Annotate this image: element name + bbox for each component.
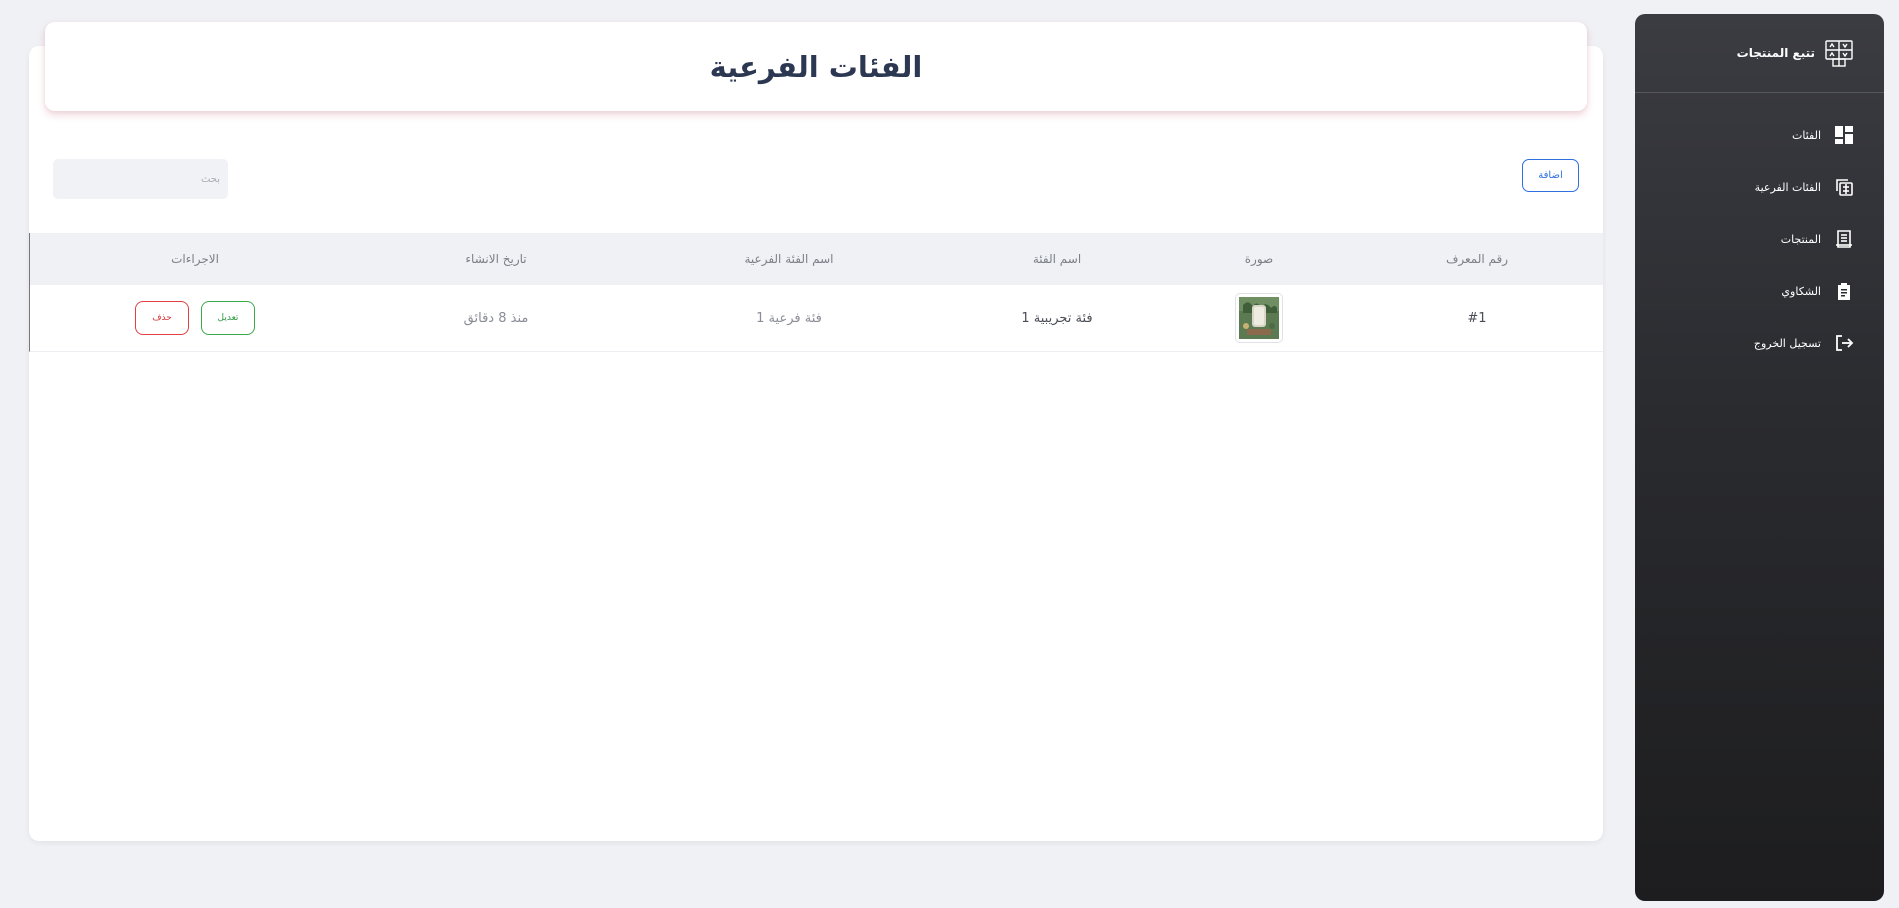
sidebar-item-categories[interactable]: الفئات xyxy=(1635,109,1884,161)
table-header: رقم المعرف صورة اسم الفئة اسم الفئة الفر… xyxy=(29,233,1603,285)
row-image-cell xyxy=(1235,285,1283,351)
sidebar-item-logout[interactable]: تسجيل الخروج xyxy=(1635,317,1884,369)
add-button[interactable]: اضافة xyxy=(1522,159,1579,192)
sidebar: تتبع المنتجات الفئات الفئات الفرعية المن… xyxy=(1635,14,1884,901)
column-header-id: رقم المعرف xyxy=(1445,252,1509,266)
search-input[interactable] xyxy=(53,159,228,199)
clipboard-icon xyxy=(1834,281,1854,301)
column-header-image: صورة xyxy=(1244,252,1274,266)
delete-button[interactable]: حذف xyxy=(135,301,189,335)
brand-title: تتبع المنتجات xyxy=(1736,46,1815,60)
column-header-actions: الاجراءات xyxy=(171,252,219,266)
product-thumbnail[interactable] xyxy=(1235,293,1283,343)
main-content xyxy=(29,46,1603,841)
row-id: #1 xyxy=(1467,310,1487,326)
sidebar-item-subcategories[interactable]: الفئات الفرعية xyxy=(1635,161,1884,213)
row-actions: تعديل حذف xyxy=(135,285,255,351)
brand[interactable]: تتبع المنتجات xyxy=(1635,14,1884,93)
logout-icon xyxy=(1834,333,1854,353)
receipt-icon xyxy=(1834,229,1854,249)
sidebar-item-label: الشكاوي xyxy=(1781,284,1821,298)
product-tracking-logo-icon xyxy=(1824,38,1854,68)
column-header-subcategory: اسم الفئة الفرعية xyxy=(744,252,834,266)
row-action-group: تعديل حذف xyxy=(135,301,255,335)
dashboard-icon xyxy=(1834,125,1854,145)
page-title: الفئات الفرعية xyxy=(709,49,923,84)
row-created: منذ 8 دقائق xyxy=(463,310,529,326)
page-header: الفئات الفرعية xyxy=(45,22,1587,111)
edit-button[interactable]: تعديل xyxy=(201,301,255,335)
row-category: فئة تجريبية 1 xyxy=(1021,310,1093,326)
sidebar-item-label: الفئات xyxy=(1792,128,1821,142)
column-header-created: تاريخ الانشاء xyxy=(465,252,527,266)
table-row: #1 فئة تجريبية 1 فئة فرعية 1 منذ 8 دقائق xyxy=(29,285,1603,352)
sidebar-item-complaints[interactable]: الشكاوي xyxy=(1635,265,1884,317)
sidebar-item-label: المنتجات xyxy=(1780,232,1821,246)
sidebar-item-label: الفئات الفرعية xyxy=(1754,180,1821,194)
sidebar-item-label: تسجيل الخروج xyxy=(1753,336,1821,350)
layers-icon xyxy=(1834,177,1854,197)
sidebar-item-products[interactable]: المنتجات xyxy=(1635,213,1884,265)
sidebar-nav: الفئات الفئات الفرعية المنتجات الشكاوي ت… xyxy=(1635,93,1884,369)
column-header-category: اسم الفئة xyxy=(1032,252,1082,266)
row-subcategory: فئة فرعية 1 xyxy=(756,310,822,326)
subcategories-table: رقم المعرف صورة اسم الفئة اسم الفئة الفر… xyxy=(29,233,1603,352)
